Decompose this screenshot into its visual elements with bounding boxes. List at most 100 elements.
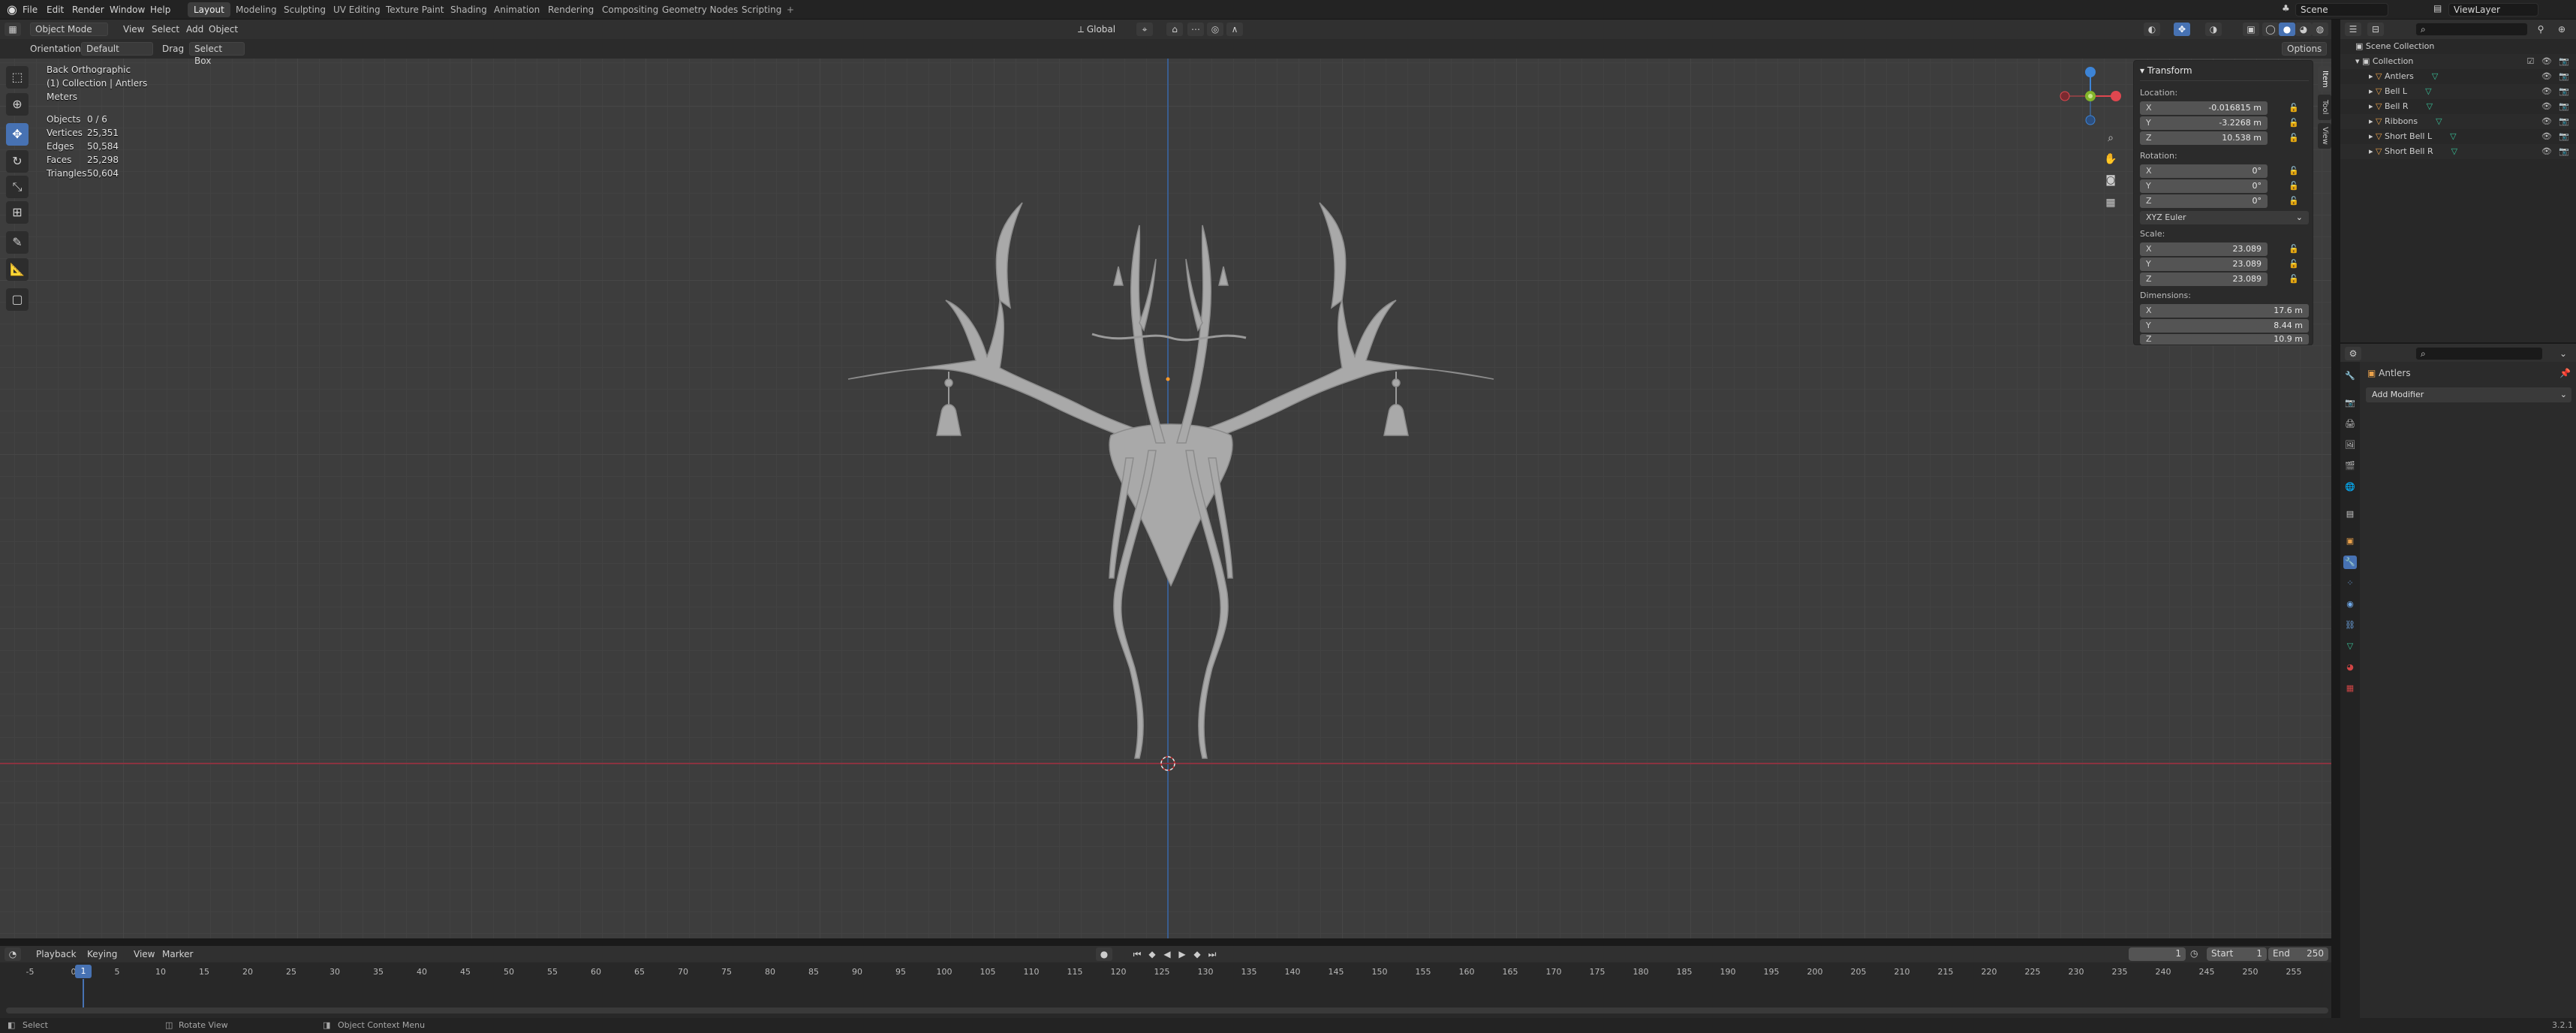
lock-icon[interactable]: 🔓 [2289,196,2299,206]
lock-icon[interactable]: 🔓 [2289,244,2299,254]
timeline-scrollbar[interactable] [6,1007,2328,1013]
object-mode-dropdown[interactable]: Object Mode [30,23,108,36]
proportional-edit-icon[interactable]: ◎ [1207,23,1223,36]
view-layer-selector[interactable]: ViewLayer [2448,3,2538,17]
move-tool-icon[interactable]: ✥ [6,123,29,146]
scale-x-field[interactable]: X 23.089 [2140,242,2268,256]
rendered-shading-icon[interactable]: ◍ [2312,23,2328,36]
visibility-icons[interactable]: 👁 📷 [2541,144,2571,159]
overlays-icon[interactable]: ◑ [2205,23,2222,36]
play-icon[interactable]: ▶ [1174,947,1190,961]
area-divider[interactable] [2331,20,2340,1018]
visibility-icons[interactable]: 👁 📷 [2541,114,2571,129]
dimensions-z-field[interactable]: Z 10.9 m [2140,334,2309,345]
zoom-icon[interactable]: ⌕ [2102,129,2120,147]
add-workspace-button[interactable]: + [781,2,800,17]
outliner-item-short-bell-l[interactable]: ▸ ▽ Short Bell L ▽ 👁 📷 [2340,129,2576,144]
falloff-icon[interactable]: ∧ [1226,23,1243,36]
transform-header[interactable]: ▾ Transform [2140,65,2192,76]
scale-tool-icon[interactable]: ⤡ [6,176,29,198]
scale-z-field[interactable]: Z 23.089 [2140,273,2268,286]
editor-type-icon[interactable]: ⚙ [2345,347,2361,360]
jump-end-icon[interactable]: ⏭ [1204,947,1220,961]
rotate-tool-icon[interactable]: ↻ [6,150,29,173]
menu-window[interactable]: Window [110,3,145,17]
drag-dropdown[interactable]: Select Box [189,42,245,66]
visibility-icons[interactable]: 👁 📷 [2541,99,2571,114]
menu-view-timeline[interactable]: View [129,947,159,961]
pin-icon[interactable]: 📌 [2559,368,2571,378]
menu-keying[interactable]: Keying [83,947,122,961]
texture-properties-icon[interactable]: ▦ [2343,682,2357,695]
tab-rendering[interactable]: Rendering [542,2,600,17]
outliner-item-antlers[interactable]: ▸ ▽ Antlers ▽ 👁 📷 [2340,69,2576,84]
outliner-scene-collection[interactable]: ▣ Scene Collection [2340,39,2576,54]
start-frame-field[interactable]: Start 1 [2207,947,2267,961]
navigation-gizmo[interactable] [2057,63,2124,131]
rotation-mode-dropdown[interactable]: XYZ Euler ⌄ [2140,211,2309,224]
outliner-collection[interactable]: ▾ ▣ Collection ☑ 👁 📷 [2340,54,2576,69]
play-reverse-icon[interactable]: ◀ [1159,947,1175,961]
editor-type-icon[interactable]: ▦ [5,23,21,36]
menu-object[interactable]: Object [204,23,242,36]
lock-icon[interactable]: 🔓 [2289,133,2299,143]
menu-view[interactable]: View [119,23,149,36]
tab-uv-editing[interactable]: UV Editing [327,2,387,17]
location-x-field[interactable]: X -0.016815 m [2140,101,2268,115]
tab-animation[interactable]: Animation [488,2,546,17]
record-icon[interactable]: ● [1096,947,1112,961]
select-box-tool-icon[interactable]: ⬚ [6,66,29,89]
timeline-ruler[interactable]: -5 0 5 10 15 20 25 30 35 40 45 50 55 60 65 70 75 80 85 90 95… [0,962,2331,1018]
outliner-item-bell-r[interactable]: ▸ ▽ Bell R ▽ 👁 📷 [2340,99,2576,114]
add-cube-tool-icon[interactable]: ▢ [6,288,29,311]
solid-shading-icon[interactable]: ● [2279,23,2295,36]
area-divider[interactable] [0,938,2331,946]
menu-marker[interactable]: Marker [158,947,197,961]
dimensions-y-field[interactable]: Y 8.44 m [2140,319,2309,333]
snap-icon[interactable]: ⌂ [1166,23,1183,36]
pan-hand-icon[interactable]: ✋ [2102,150,2120,168]
jump-start-icon[interactable]: ⏮ [1129,947,1145,961]
rotation-x-field[interactable]: X 0° [2140,164,2268,178]
menu-render[interactable]: Render [72,3,104,17]
tab-modeling[interactable]: Modeling [230,2,283,17]
object-properties-icon[interactable]: ▣ [2343,535,2357,548]
dimensions-x-field[interactable]: X 17.6 m [2140,304,2309,318]
transform-tool-icon[interactable]: ⊞ [6,201,29,224]
lock-icon[interactable]: 🔓 [2289,181,2299,191]
measure-tool-icon[interactable]: 📐 [6,258,29,281]
camera-icon[interactable]: ◙ [2102,171,2120,189]
location-y-field[interactable]: Y -3.2268 m [2140,116,2268,130]
transform-orientation-dropdown[interactable]: ⟂ Global [1073,23,1120,36]
xray-icon[interactable]: ▣ [2243,23,2259,36]
scale-y-field[interactable]: Y 23.089 [2140,257,2268,271]
material-properties-icon[interactable]: ◕ [2343,661,2357,674]
data-properties-icon[interactable]: ▽ [2343,640,2357,653]
view-layer-properties-icon[interactable]: 🖼 [2343,438,2357,452]
outliner-item-short-bell-r[interactable]: ▸ ▽ Short Bell R ▽ 👁 📷 [2340,144,2576,159]
lock-icon[interactable]: 🔓 [2289,259,2299,270]
visibility-icons[interactable]: 👁 📷 [2541,69,2571,84]
lock-icon[interactable]: 🔓 [2289,103,2299,113]
output-properties-icon[interactable]: 🖨 [2343,417,2357,431]
lock-icon[interactable]: 🔓 [2289,118,2299,128]
render-properties-icon[interactable]: 📷 [2343,396,2357,410]
menu-help[interactable]: Help [150,3,170,17]
outliner-item-bell-l[interactable]: ▸ ▽ Bell L ▽ 👁 📷 [2340,84,2576,99]
visibility-icons[interactable]: ☑ 👁 📷 [2526,54,2571,69]
tab-compositing[interactable]: Compositing [596,2,664,17]
visibility-icon[interactable]: ◐ [2144,23,2160,36]
menu-select[interactable]: Select [147,23,184,36]
view-layer-icon[interactable]: ▤ [2433,3,2442,14]
rotation-y-field[interactable]: Y 0° [2140,179,2268,193]
tab-texture-paint[interactable]: Texture Paint [380,2,450,17]
scene-properties-icon[interactable]: 🎬 [2343,459,2357,473]
tab-view[interactable]: View [2318,123,2331,149]
tab-geometry-nodes[interactable]: Geometry Nodes [656,2,744,17]
visibility-icons[interactable]: 👁 📷 [2541,84,2571,99]
visibility-icons[interactable]: 👁 📷 [2541,129,2571,144]
menu-edit[interactable]: Edit [47,3,64,17]
antlers-mesh[interactable] [826,188,1516,773]
tab-shading[interactable]: Shading [444,2,493,17]
constraints-properties-icon[interactable]: ⛓ [2343,619,2357,632]
